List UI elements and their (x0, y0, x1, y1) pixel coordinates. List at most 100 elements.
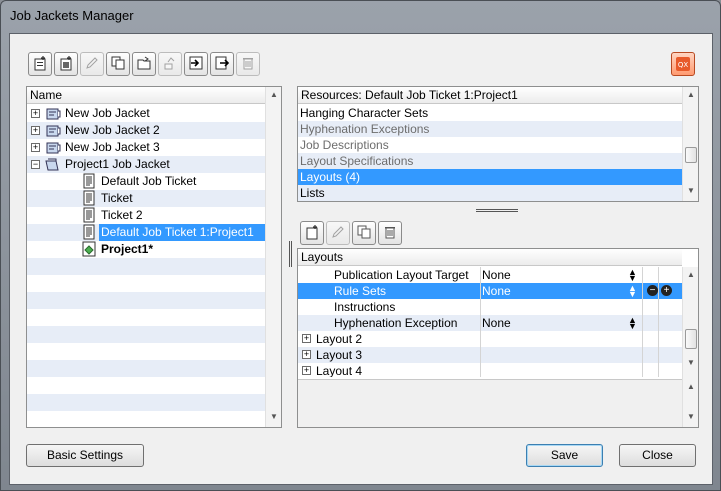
resources-list[interactable]: Resources: Default Job Ticket 1:Project1… (297, 86, 699, 202)
basic-settings-button[interactable]: Basic Settings (26, 444, 144, 467)
layout-row[interactable]: + Layout 3 (298, 347, 682, 363)
resource-item-label: Lists (300, 186, 325, 200)
layout-row[interactable]: Publication Layout Target None ▲ ▼ (298, 267, 682, 283)
tree-item-label: New Job Jacket (65, 106, 150, 120)
open-button[interactable] (132, 52, 156, 76)
scroll-up-arrow[interactable]: ▲ (683, 87, 698, 103)
delete-icon (240, 55, 256, 74)
link-button[interactable] (158, 52, 182, 76)
scroll-down-arrow[interactable]: ▼ (683, 183, 698, 199)
edit-button[interactable] (80, 52, 104, 76)
up-down-arrows-icon[interactable]: ▲ ▼ (628, 316, 637, 331)
tree-item[interactable]: − Project1 Job Jacket (27, 156, 265, 173)
tree-item[interactable]: Default Job Ticket 1:Project1 (27, 224, 265, 241)
plus-icon[interactable]: + (661, 285, 672, 296)
new-layout-button[interactable] (300, 221, 324, 245)
resource-item-label: Layouts (4) (300, 170, 361, 184)
layout-row[interactable]: + Layout 2 (298, 331, 682, 347)
layouts-empty-area (298, 379, 682, 427)
expand-toggle[interactable]: + (31, 143, 40, 152)
close-button[interactable]: Close (619, 444, 696, 467)
expand-toggle[interactable]: + (302, 350, 311, 359)
resources-header: Resources: Default Job Ticket 1:Project1 (298, 87, 682, 104)
minus-icon[interactable]: − (647, 285, 658, 296)
delete-button[interactable] (236, 52, 260, 76)
save-button[interactable]: Save (526, 444, 603, 467)
resources-scrollbar[interactable]: ▲ ▼ (682, 87, 698, 201)
tree-empty-row (27, 343, 265, 360)
tree-column-header[interactable]: Name (27, 87, 265, 104)
svg-text:QX: QX (678, 61, 689, 69)
scroll-down-arrow[interactable]: ▼ (683, 409, 698, 425)
resource-item[interactable]: Layouts (4) (298, 169, 682, 185)
layout-property-label: Rule Sets (334, 284, 387, 298)
layout-row[interactable]: Hyphenation Exception None ▲ ▼ (298, 315, 682, 331)
layout-property-label: Layout 4 (316, 364, 363, 377)
column-divider (480, 267, 481, 377)
layout-property-label: Instructions (334, 300, 396, 314)
expand-toggle[interactable]: + (31, 126, 40, 135)
tree-item[interactable]: + New Job Jacket 3 (27, 139, 265, 156)
scroll-down-arrow[interactable]: ▼ (683, 355, 698, 371)
delete-layout-button[interactable] (378, 221, 402, 245)
layout-row[interactable]: Instructions (298, 299, 682, 315)
scroll-down-arrow[interactable]: ▼ (266, 409, 281, 425)
scroll-up-arrow[interactable]: ▲ (266, 87, 281, 103)
resource-item-label: Hanging Character Sets (300, 106, 429, 120)
tree-empty-row (27, 258, 265, 275)
new-job-jacket-button[interactable] (28, 52, 52, 76)
dialog-client-area: QX Name + New Job Jacket + New Job Jacket 2… (9, 33, 713, 485)
collapse-toggle[interactable]: − (31, 160, 40, 169)
layouts-grid[interactable]: Layouts Publication Layout Target None ▲ ▼ R… (297, 248, 699, 428)
new-job-ticket-button[interactable] (54, 52, 78, 76)
tree-scrollbar[interactable]: ▲ ▼ (265, 87, 281, 427)
edit-layout-button[interactable] (326, 221, 350, 245)
layout-property-value[interactable]: None (482, 267, 511, 283)
quark-help-icon: QX (676, 57, 690, 71)
scroll-thumb[interactable] (685, 329, 697, 349)
tree-item[interactable]: + New Job Jacket (27, 105, 265, 122)
tree-item-label: Project1 Job Jacket (65, 157, 170, 171)
layout-property-value[interactable]: None (482, 315, 511, 331)
scroll-up-arrow[interactable]: ▲ (683, 379, 698, 395)
up-down-arrows-icon[interactable]: ▲ ▼ (628, 284, 637, 299)
duplicate-layout-icon (356, 224, 372, 243)
splitter-grip[interactable] (476, 209, 518, 212)
resource-item-label: Hyphenation Exceptions (300, 122, 430, 136)
panel-splitter[interactable] (289, 241, 292, 267)
expand-toggle[interactable]: + (302, 334, 311, 343)
import-button[interactable] (184, 52, 208, 76)
tree-empty-row (27, 292, 265, 309)
resource-item[interactable]: Hanging Character Sets (298, 105, 682, 121)
tree-empty-row (27, 360, 265, 377)
help-button[interactable]: QX (671, 52, 695, 76)
tree-item[interactable]: Default Job Ticket (27, 173, 265, 190)
expand-toggle[interactable]: + (302, 366, 311, 375)
tree-item[interactable]: Project1* (27, 241, 265, 258)
resource-item[interactable]: Layout Specifications (298, 153, 682, 169)
resource-item[interactable]: Job Descriptions (298, 137, 682, 153)
jackets-tree[interactable]: Name + New Job Jacket + New Job Jacket 2 + Ne… (26, 86, 282, 428)
scroll-up-arrow[interactable]: ▲ (683, 267, 698, 283)
tree-item[interactable]: + New Job Jacket 2 (27, 122, 265, 139)
resource-item[interactable]: Hyphenation Exceptions (298, 121, 682, 137)
window-title: Job Jackets Manager (10, 8, 134, 23)
layouts-header: Layouts (298, 249, 682, 266)
layout-property-value[interactable]: None (482, 283, 511, 299)
scroll-thumb[interactable] (685, 147, 697, 163)
tree-item[interactable]: Ticket 2 (27, 207, 265, 224)
layout-property-label: Publication Layout Target (334, 268, 469, 282)
resource-item[interactable]: Lists (298, 185, 682, 201)
export-button[interactable] (210, 52, 234, 76)
layouts-scrollbar[interactable]: ▲ ▼ ▲ ▼ (682, 267, 698, 427)
layout-row[interactable]: + Layout 4 (298, 363, 682, 377)
layout-property-label: Hyphenation Exception (334, 316, 458, 330)
expand-toggle[interactable]: + (31, 109, 40, 118)
tree-item-label: Ticket (101, 191, 133, 205)
new-job-ticket-icon (58, 55, 74, 74)
up-down-arrows-icon[interactable]: ▲ ▼ (628, 268, 637, 283)
tree-item[interactable]: Ticket (27, 190, 265, 207)
duplicate-layout-button[interactable] (352, 221, 376, 245)
layout-row[interactable]: Rule Sets None ▲ ▼ − + (298, 283, 682, 299)
duplicate-button[interactable] (106, 52, 130, 76)
